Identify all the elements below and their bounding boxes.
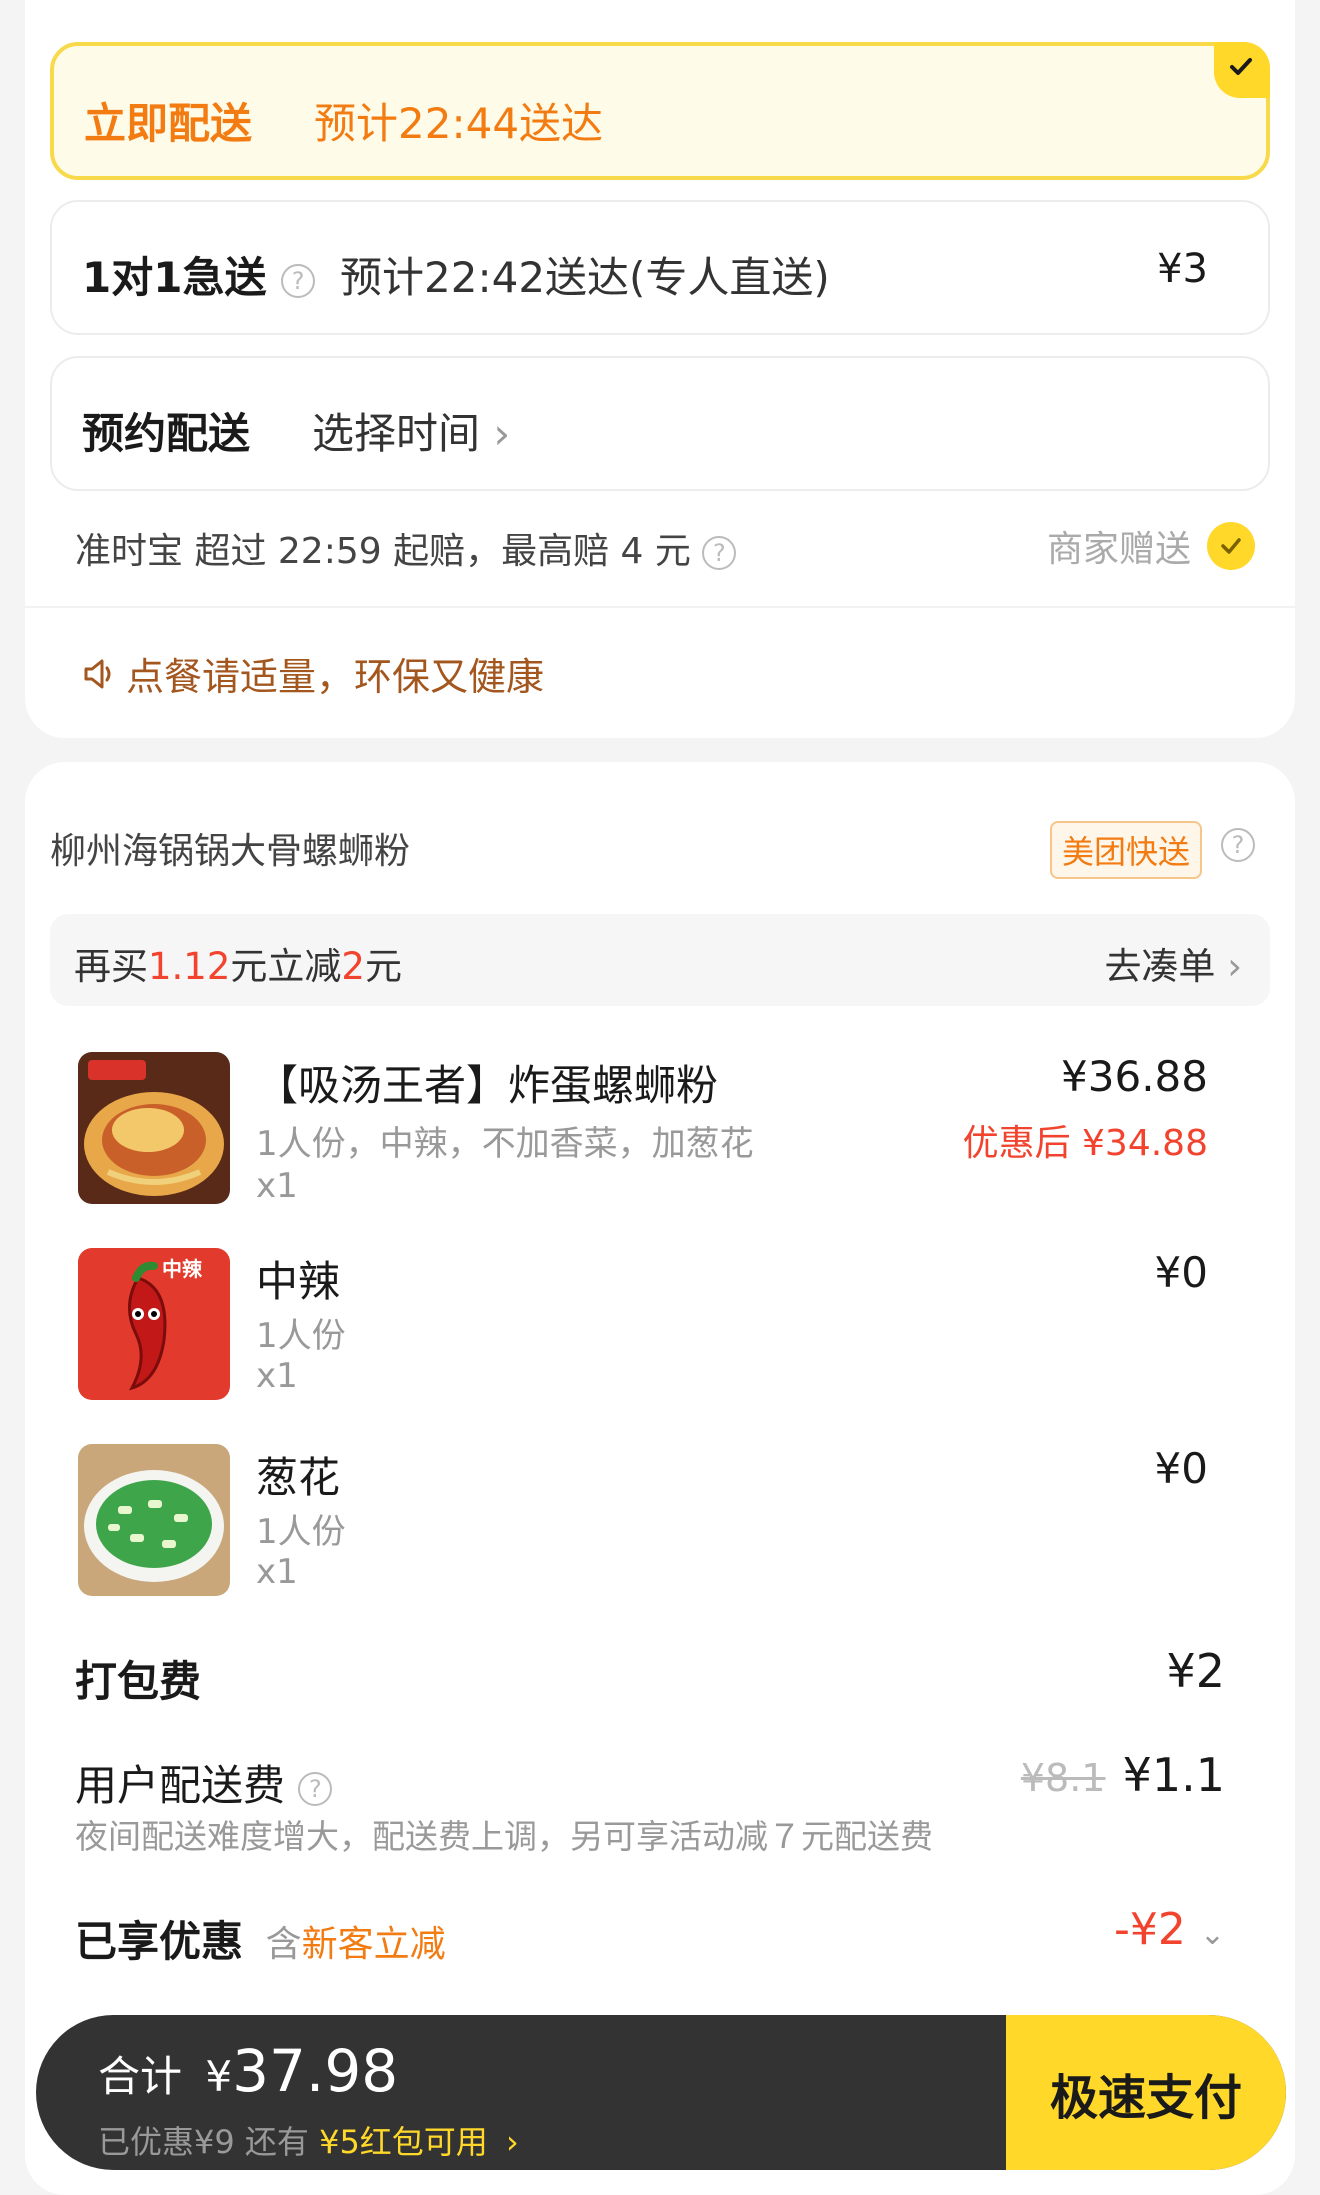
instant-delivery-option[interactable]: 立即配送 预计22:44送达 [50,42,1270,180]
discount-sub: 含新客立减 [266,1924,446,1965]
delivery-fee-original: ¥8.1 [1020,1756,1106,1800]
delivery-fee-row: 用户配送费 ? ¥8.1 ¥1.1 夜间配送难度增大，配送费上调，另可享活动减７… [75,1748,1225,1858]
packaging-fee-label: 打包费 [75,1657,202,1706]
item-price: ¥0 [1154,1444,1208,1493]
chevron-right-icon: › [493,409,511,458]
order-total: 合计 ¥37.98 [98,2037,398,2105]
discount-value-text: -¥2 [1113,1904,1186,1955]
delivery-fee-label: 用户配送费 ? [75,1752,333,1813]
total-label: 合计 [98,2052,183,2101]
help-icon[interactable]: ? [298,1771,333,1806]
total-currency: ¥ [205,2052,233,2101]
chevron-down-icon: ⌄ [1199,1917,1225,1952]
discount-sub-prefix: 含 [265,1924,302,1965]
item-price: ¥36.88 [1061,1052,1208,1101]
chili-image: 中辣 [78,1248,230,1400]
discount-row[interactable]: 已享优惠 含新客立减 -¥2 ⌄ [75,1904,1225,1966]
delivery-fee-value: ¥1.1 [1122,1748,1225,1802]
chili-image-label: 中辣 [162,1257,203,1281]
ontime-text: 准时宝 超过 22:59 起赔，最高赔 4 元 [75,531,691,572]
eco-tip: 点餐请适量，环保又健康 [80,646,544,701]
ontime-guarantee: 准时宝 超过 22:59 起赔，最高赔 4 元 ? [75,522,737,574]
discount-value: -¥2 ⌄ [1114,1904,1225,1955]
express-delivery-title-text: 1对1急送 [82,253,267,302]
item-qty: x1 [256,1356,298,1396]
pay-button[interactable]: 极速支付 [1006,2015,1286,2170]
discount-sub-highlight: 新客立减 [301,1924,446,1965]
delivery-card: 立即配送 预计22:44送达 1对1急送 ? 预计22:42送达(专人直送) ¥… [25,0,1295,738]
delivery-fee-label-text: 用户配送费 [75,1761,286,1810]
delivery-fee-values: ¥8.1 ¥1.1 [1021,1748,1225,1802]
chevron-right-icon: › [1227,945,1242,988]
promo-prefix: 再买 [74,945,148,988]
delivery-fee-note: 夜间配送难度增大，配送费上调，另可享活动减７元配送费 [75,1817,933,1856]
item-desc: 1人份 [256,1316,346,1356]
order-item: 葱花 1人份 x1 ¥0 [78,1444,1208,1599]
scheduled-delivery-option[interactable]: 预约配送 选择时间 › [50,356,1270,491]
item-name: 中辣 [256,1257,341,1306]
promo-text: 再买1.12元立减2元 [74,936,402,990]
express-delivery-title: 1对1急送 ? [82,244,316,305]
express-delivery-eta: 预计22:42送达(专人直送) [340,253,830,302]
eco-tip-text: 点餐请适量，环保又健康 [126,655,545,699]
item-qty: x1 [256,1552,298,1592]
help-icon[interactable]: ? [281,263,316,298]
promo-amount: 1.12 [148,945,231,988]
chevron-right-icon: › [505,2123,519,2161]
choose-time-label: 选择时间 [312,409,481,458]
item-name: 葱花 [256,1453,341,1502]
instant-delivery-eta: 预计22:44送达 [314,99,604,148]
savings-info[interactable]: 已优惠¥9 还有 ¥5红包可用 › [98,2117,519,2163]
order-item: 【吸汤王者】炸蛋螺蛳粉 1人份，中辣，不加香菜，加葱花 x1 ¥36.88 优惠… [78,1052,1208,1212]
item-price: ¥0 [1154,1248,1208,1297]
checkout-bar: 合计 ¥37.98 已优惠¥9 还有 ¥5红包可用 › 极速支付 [36,2015,1286,2170]
order-item: 中辣 中辣 1人份 x1 ¥0 [78,1248,1208,1403]
packaging-fee-row: 打包费 ¥2 [75,1644,1225,1706]
coupon-available: ¥5红包可用 [319,2123,488,2161]
item-qty: x1 [256,1166,298,1206]
promo-bar[interactable]: 再买1.12元立减2元 去凑单 › [50,914,1270,1006]
promo-off: 2 [341,945,365,988]
shop-name[interactable]: 柳州海锅锅大骨螺蛳粉 [50,822,410,874]
discount-label: 已享优惠 含新客立减 [75,1908,446,1969]
item-desc: 1人份 [256,1512,346,1552]
merchant-gift[interactable]: 商家赠送 [1047,520,1255,572]
meituan-express-badge: 美团快送 [1050,821,1203,879]
express-delivery-price: ¥3 [1157,246,1208,292]
instant-delivery-title: 立即配送 [84,99,253,148]
speaker-icon [84,659,111,688]
item-discounted-price: 优惠后 ¥34.88 [962,1123,1208,1164]
express-delivery-option[interactable]: 1对1急送 ? 预计22:42送达(专人直送) ¥3 [50,200,1270,335]
pay-button-label: 极速支付 [1049,2069,1242,2126]
divider [25,606,1295,608]
selected-check-icon [1214,42,1270,98]
scheduled-delivery-title: 预约配送 [82,409,251,458]
food-image-noodles [78,1052,230,1204]
item-name: 【吸汤王者】炸蛋螺蛳粉 [256,1061,719,1110]
help-icon[interactable]: ? [702,536,737,570]
savings-text: 已优惠¥9 还有 [98,2123,309,2161]
add-items-label: 去凑单 [1104,945,1216,988]
check-circle-icon [1207,522,1255,570]
discount-label-text: 已享优惠 [75,1917,244,1966]
packaging-fee-value: ¥2 [1166,1644,1225,1698]
merchant-gift-label: 商家赠送 [1046,529,1191,570]
promo-mid: 元立减 [230,945,342,988]
total-amount: 37.98 [232,2037,399,2105]
choose-time-link[interactable]: 选择时间 › [312,400,510,461]
add-items-link[interactable]: 去凑单 › [1104,936,1242,990]
item-desc: 1人份，中辣，不加香菜，加葱花 [256,1124,754,1164]
help-icon[interactable]: ? [1221,828,1255,862]
promo-suffix: 元 [364,945,402,988]
scallion-image [78,1444,230,1596]
